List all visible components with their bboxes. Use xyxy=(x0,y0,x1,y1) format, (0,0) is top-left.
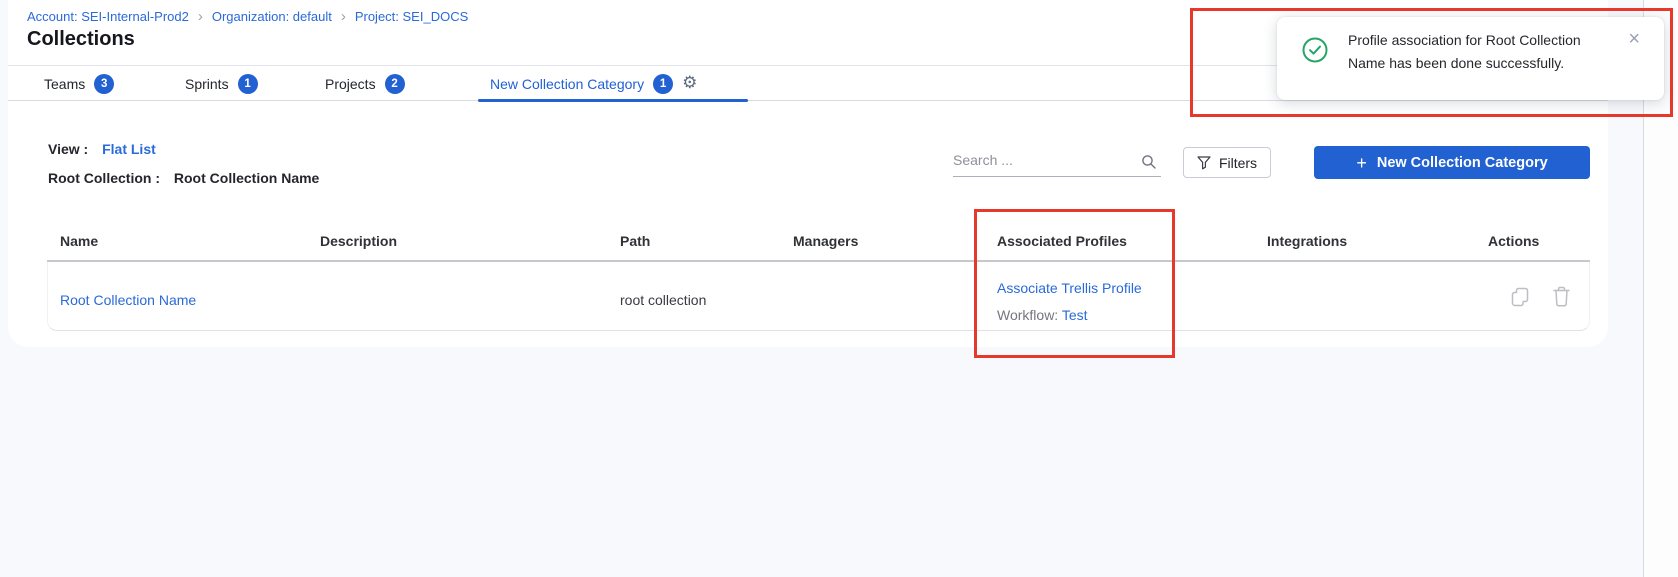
copy-button[interactable] xyxy=(1510,286,1530,311)
breadcrumb-project-link[interactable]: Project: SEI_DOCS xyxy=(355,9,468,24)
search-icon xyxy=(1141,154,1157,170)
column-header-path: Path xyxy=(620,233,650,249)
tab-label: Teams xyxy=(44,76,85,92)
tab-label: Projects xyxy=(325,76,376,92)
gear-icon[interactable]: ⚙ xyxy=(682,75,697,92)
chevron-right-icon: › xyxy=(332,10,355,23)
flat-list-link[interactable]: Flat List xyxy=(102,141,156,157)
root-collection-row: Root Collection : Root Collection Name xyxy=(48,170,319,186)
view-row: View : Flat List xyxy=(48,141,156,157)
breadcrumb-account-link[interactable]: Account: SEI-Internal-Prod2 xyxy=(27,9,189,24)
table-header-divider xyxy=(47,260,1590,262)
annotation-box-toast xyxy=(1190,8,1673,117)
chevron-right-icon: › xyxy=(189,10,212,23)
root-collection-name-link[interactable]: Root Collection Name xyxy=(60,292,196,308)
search-box xyxy=(953,150,1161,177)
delete-button[interactable] xyxy=(1552,286,1571,311)
tab-projects[interactable]: Projects 2 xyxy=(325,66,405,101)
search-input[interactable] xyxy=(953,150,1133,170)
filter-funnel-icon xyxy=(1197,156,1211,170)
root-collection-label: Root Collection : xyxy=(48,170,160,186)
row-name-cell: Root Collection Name xyxy=(60,292,196,308)
column-header-actions: Actions xyxy=(1488,233,1539,249)
row-path-cell: root collection xyxy=(620,292,706,308)
view-label: View : xyxy=(48,141,88,157)
column-header-name: Name xyxy=(60,233,98,249)
tab-sprints[interactable]: Sprints 1 xyxy=(185,66,258,101)
column-header-description: Description xyxy=(320,233,397,249)
new-collection-category-button[interactable]: + New Collection Category xyxy=(1314,146,1590,179)
tab-label: New Collection Category xyxy=(490,76,644,92)
tab-count-badge: 2 xyxy=(385,74,405,94)
tab-label: Sprints xyxy=(185,76,229,92)
tab-teams[interactable]: Teams 3 xyxy=(44,66,114,101)
tab-count-badge: 3 xyxy=(94,74,114,94)
plus-icon: + xyxy=(1356,154,1367,172)
breadcrumb: Account: SEI-Internal-Prod2 › Organizati… xyxy=(27,9,468,24)
filters-button-label: Filters xyxy=(1219,155,1257,171)
breadcrumb-organization-link[interactable]: Organization: default xyxy=(212,9,332,24)
trash-icon xyxy=(1552,286,1571,308)
copy-icon xyxy=(1510,286,1530,308)
tab-new-collection-category[interactable]: New Collection Category 1 ⚙ xyxy=(490,66,697,101)
root-collection-value: Root Collection Name xyxy=(174,170,319,186)
active-tab-underline xyxy=(478,99,748,102)
table-row xyxy=(47,262,1590,331)
tab-count-badge: 1 xyxy=(238,74,258,94)
column-header-managers: Managers xyxy=(793,233,858,249)
page-title: Collections xyxy=(27,28,135,51)
column-header-integrations: Integrations xyxy=(1267,233,1347,249)
tab-count-badge: 1 xyxy=(653,74,673,94)
annotation-box-associated-profiles-column xyxy=(974,209,1175,358)
new-collection-category-button-label: New Collection Category xyxy=(1377,155,1548,171)
filters-button[interactable]: Filters xyxy=(1183,147,1271,178)
